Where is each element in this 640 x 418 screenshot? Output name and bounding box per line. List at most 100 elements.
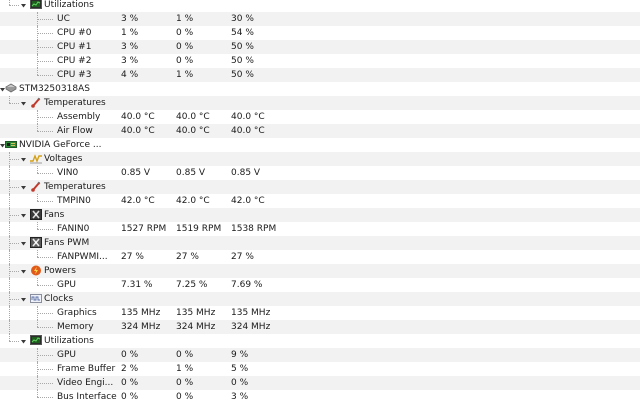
group-name: Utilizations (44, 336, 94, 346)
max-value: 135 MHz (231, 308, 271, 318)
sensor-name: GPU (57, 350, 76, 360)
current-value: 42.0 °C (121, 196, 155, 206)
tree-connector (37, 397, 53, 398)
sensor-name: CPU #3 (57, 70, 92, 80)
sensor-group-node[interactable]: Clocks (0, 292, 640, 306)
min-value: 0 % (176, 392, 194, 402)
min-value: 0 % (176, 28, 194, 38)
expand-collapse-icon[interactable] (20, 184, 26, 190)
sensor-group-node[interactable]: Temperatures (0, 96, 640, 110)
tree-connector (37, 327, 53, 328)
group-name: Temperatures (44, 182, 106, 192)
group-name: Fans PWM (44, 238, 90, 248)
tree-connector (37, 26, 38, 40)
expand-collapse-icon[interactable] (20, 212, 26, 218)
group-name: Utilizations (44, 0, 94, 10)
tree-connector (9, 222, 10, 236)
tree-connector (37, 306, 38, 320)
device-node[interactable]: STM3250318AS (0, 82, 640, 96)
expand-collapse-icon[interactable] (0, 86, 5, 92)
max-value: 50 % (231, 56, 254, 66)
device-name: NVIDIA GeForce ... (19, 140, 102, 150)
sensor-name: CPU #2 (57, 56, 92, 66)
expand-collapse-icon[interactable] (0, 142, 5, 148)
tree-connector (37, 54, 38, 68)
group-name: Clocks (44, 294, 74, 304)
max-value: 0 % (231, 378, 249, 388)
tree-connector (9, 264, 10, 278)
min-value: 1519 RPM (176, 224, 222, 234)
tree-connector (9, 215, 19, 216)
tree-connector (9, 103, 19, 104)
sensor-group-node[interactable]: Fans (0, 208, 640, 222)
current-value: 3 % (121, 14, 139, 24)
tree-connector (37, 117, 53, 118)
tree-connector (37, 61, 53, 62)
fan-icon (30, 209, 42, 220)
sensor-row: GPU 7.31 % 7.25 % 7.69 % (0, 278, 640, 292)
sensor-name: FANPWMI... (57, 252, 108, 262)
min-value: 135 MHz (176, 308, 216, 318)
tree-connector (9, 306, 10, 320)
sensor-name: Frame Buffer (57, 364, 116, 374)
sensor-row: VIN0 0.85 V 0.85 V 0.85 V (0, 166, 640, 180)
sensor-row: UC 3 % 1 % 30 % (0, 12, 640, 26)
max-value: 7.69 % (231, 280, 263, 290)
current-value: 40.0 °C (121, 126, 155, 136)
sensor-row: CPU #1 3 % 0 % 50 % (0, 40, 640, 54)
expand-collapse-icon[interactable] (20, 240, 26, 246)
device-node[interactable]: NVIDIA GeForce ... (0, 138, 640, 152)
min-value: 40.0 °C (176, 112, 210, 122)
sensor-group-node[interactable]: Utilizations (0, 0, 640, 12)
current-value: 7.31 % (121, 280, 153, 290)
sensor-name: Bus Interface (57, 392, 117, 402)
tree-connector (37, 68, 38, 75)
sensor-group-node[interactable]: Powers (0, 264, 640, 278)
expand-collapse-icon[interactable] (20, 100, 26, 106)
tree-connector (37, 173, 53, 174)
sensor-row: Memory 324 MHz 324 MHz 324 MHz (0, 320, 640, 334)
tree-connector (9, 334, 10, 341)
tree-connector (9, 320, 10, 334)
sensor-name: GPU (57, 280, 76, 290)
thermometer-icon (30, 181, 42, 192)
expand-collapse-icon[interactable] (20, 268, 26, 274)
min-value: 1 % (176, 70, 194, 80)
expand-collapse-icon[interactable] (20, 296, 26, 302)
tree-connector (37, 348, 38, 362)
sensor-row: CPU #0 1 % 0 % 54 % (0, 26, 640, 40)
min-value: 7.25 % (176, 280, 208, 290)
tree-connector (9, 152, 10, 166)
group-name: Fans (44, 210, 65, 220)
tree-connector (9, 180, 10, 194)
max-value: 324 MHz (231, 322, 271, 332)
tree-connector (37, 110, 38, 124)
current-value: 0.85 V (121, 168, 151, 178)
max-value: 42.0 °C (231, 196, 265, 206)
expand-collapse-icon[interactable] (20, 156, 26, 162)
max-value: 50 % (231, 42, 254, 52)
expand-collapse-icon[interactable] (20, 2, 26, 8)
tree-connector (9, 0, 10, 5)
fan-pwm-icon (30, 237, 42, 248)
max-value: 40.0 °C (231, 112, 265, 122)
tree-connector (9, 292, 10, 306)
sensor-group-node[interactable]: Utilizations (0, 334, 640, 348)
sensor-group-node[interactable]: Voltages (0, 152, 640, 166)
sensor-group-node[interactable]: Temperatures (0, 180, 640, 194)
expand-collapse-icon[interactable] (20, 338, 26, 344)
tree-connector (37, 19, 53, 20)
sensor-name: Assembly (57, 112, 101, 122)
tree-connector (9, 194, 10, 208)
sensor-name: CPU #0 (57, 28, 92, 38)
max-value: 40.0 °C (231, 126, 265, 136)
min-value: 1 % (176, 14, 194, 24)
tree-connector (37, 131, 53, 132)
tree-connector (9, 341, 19, 342)
current-value: 3 % (121, 42, 139, 52)
tree-connector (9, 5, 19, 6)
tree-connector (9, 236, 10, 250)
tree-connector (37, 257, 53, 258)
tree-connector (9, 299, 19, 300)
sensor-group-node[interactable]: Fans PWM (0, 236, 640, 250)
